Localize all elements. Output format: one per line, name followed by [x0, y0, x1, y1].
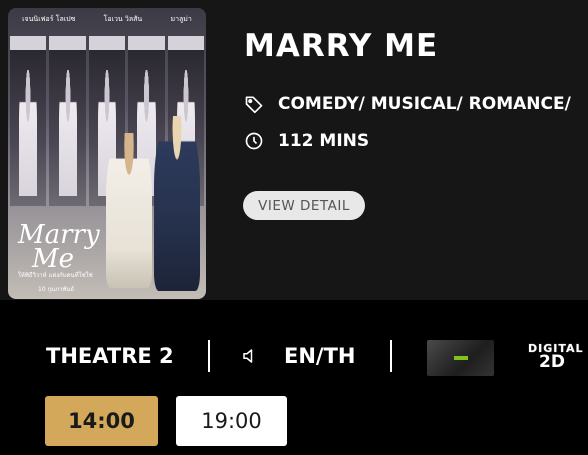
poster-tagline: ให้พิธีวิวาห์ แต่งกับคนที่ใช่ใช่ [18, 272, 93, 279]
view-detail-button[interactable]: VIEW DETAIL [243, 191, 365, 220]
poster-release-date: 10 กุมภาพันธ์ [38, 286, 75, 293]
genre-text: COMEDY/ MUSICAL/ ROMANCE/ [278, 94, 571, 114]
rating-indicator [454, 356, 468, 360]
genre-row: COMEDY/ MUSICAL/ ROMANCE/ [244, 94, 571, 114]
divider [208, 340, 210, 372]
clock-icon [245, 132, 263, 150]
poster-title: Marry Me [18, 220, 100, 274]
poster-credit: มาลูม่า [170, 15, 192, 23]
showtime-button-selected[interactable]: 14:00 [45, 396, 158, 446]
poster-credit: โอเวน วิลสัน [103, 15, 143, 23]
tag-icon [245, 96, 263, 114]
duration-row: 112 MINS [244, 131, 369, 151]
format-badge: DIGITAL 2D [528, 342, 584, 372]
theatre-label: THEATRE 2 [46, 344, 174, 368]
showtimes: 14:00 19:00 [45, 396, 287, 446]
movie-title: MARRY ME [244, 28, 439, 64]
showtime-button[interactable]: 19:00 [176, 396, 287, 446]
duration-text: 112 MINS [278, 131, 370, 151]
rating-badge [427, 340, 494, 376]
showing-info-bar: THEATRE 2 EN/TH DIGITAL 2D [0, 330, 588, 382]
poster-credits: เจนนิเฟอร์ โลเปซ โอเวน วิลสัน มาลูม่า [8, 14, 206, 25]
language-label: EN/TH [284, 344, 356, 368]
movie-poster[interactable]: เจนนิเฟอร์ โลเปซ โอเวน วิลสัน มาลูม่า Ma… [8, 8, 206, 299]
divider [390, 340, 392, 372]
speaker-icon [243, 349, 253, 363]
poster-figure-man [154, 116, 200, 291]
poster-credit: เจนนิเฟอร์ โลเปซ [22, 15, 76, 23]
movie-card: เจนนิเฟอร์ โลเปซ โอเวน วิลสัน มาลูม่า Ma… [0, 0, 588, 300]
